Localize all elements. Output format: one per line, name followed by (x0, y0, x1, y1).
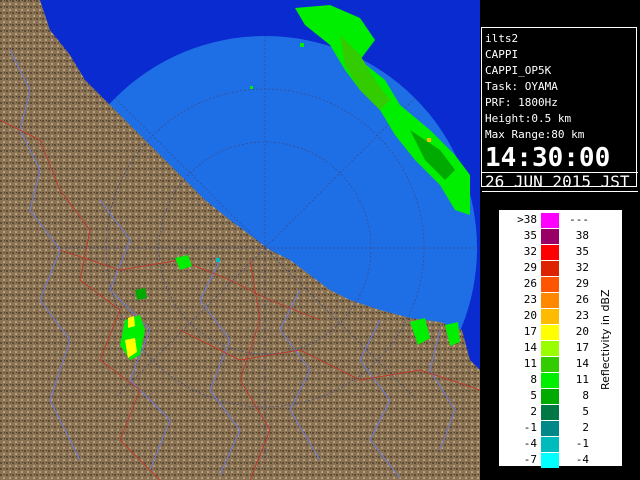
product-name: CAPPI (485, 48, 519, 61)
legend-row: 58 (499, 388, 595, 404)
legend-row-low: 11 (523, 357, 537, 370)
legend-swatch (541, 421, 559, 436)
legend-row-high: --- (569, 213, 589, 226)
time-display: 14:30:00 (485, 143, 611, 173)
legend-row-high: 11 (575, 373, 589, 386)
legend-row-low: -1 (523, 421, 537, 434)
legend-row-high: -1 (575, 437, 589, 450)
legend-row: 32 35 (499, 244, 595, 260)
legend-swatch (541, 341, 559, 356)
legend-row-low: 29 (523, 261, 537, 274)
legend-row-low: 26 (523, 277, 537, 290)
legend-swatch (541, 277, 559, 292)
legend-row-high: 14 (575, 357, 589, 370)
legend-row: 35 38 (499, 228, 595, 244)
legend-row-low: >38 (517, 213, 537, 226)
legend-row: 17 20 (499, 324, 595, 340)
site-name: ilts2 (485, 32, 519, 45)
legend-row-high: 2 (582, 421, 589, 434)
legend-swatch (541, 213, 559, 228)
legend-swatch (541, 437, 559, 452)
legend-row-low: 8 (530, 373, 537, 386)
legend-swatch (541, 389, 559, 404)
legend-row-low: 2 (530, 405, 537, 418)
legend-swatch (541, 245, 559, 260)
legend-row-high: 35 (575, 245, 589, 258)
legend-row-low: 35 (523, 229, 537, 242)
legend-row: 25 (499, 404, 595, 420)
task-label: Task: OYAMA (485, 80, 558, 93)
legend-swatch (541, 229, 559, 244)
legend-row: -1 2 (499, 420, 595, 436)
legend-unit-label: Reflectivity in dBZ (599, 289, 612, 391)
legend-row-low: -4 (523, 437, 537, 450)
legend-row: 26 29 (499, 276, 595, 292)
legend-row-low: 32 (523, 245, 537, 258)
legend-row: 14 17 (499, 340, 595, 356)
legend-row-low: -7 (523, 453, 537, 466)
legend-row-low: 23 (523, 293, 537, 306)
date-display: 26 JUN 2015 JST (482, 172, 638, 192)
legend-row: 8 11 (499, 372, 595, 388)
legend-row-high: 17 (575, 341, 589, 354)
legend-row: -4 -1 (499, 436, 595, 452)
radar-map (0, 0, 480, 480)
legend-swatch (541, 405, 559, 420)
legend-row-high: 32 (575, 261, 589, 274)
radar-info-panel: ilts2 CAPPI CAPPI_OP5K Task: OYAMA PRF: … (481, 27, 638, 192)
legend-row-high: 23 (575, 309, 589, 322)
legend-row-high: 29 (575, 277, 589, 290)
legend-row: 11 14 (499, 356, 595, 372)
legend-row: 23 26 (499, 292, 595, 308)
legend-row-low: 5 (530, 389, 537, 402)
legend-row-low: 20 (523, 309, 537, 322)
legend-swatch (541, 261, 559, 276)
legend-row: -7 -4 (499, 452, 595, 468)
prf-label: PRF: 1800Hz (485, 96, 558, 109)
legend-row-high: 5 (582, 405, 589, 418)
height-label: Height:0.5 km (485, 112, 572, 125)
legend-swatch (541, 357, 559, 372)
legend-row-high: 38 (575, 229, 589, 242)
legend-swatch (541, 309, 559, 324)
legend-row: 29 32 (499, 260, 595, 276)
legend-swatch (541, 453, 559, 468)
legend-row-high: 8 (582, 389, 589, 402)
reflectivity-legend: >38 --- 35 38 32 35 29 32 26 29 23 26 20 23 17 20 14 17 11… (498, 209, 623, 468)
legend-row: >38 --- (499, 212, 595, 228)
legend-row-low: 14 (523, 341, 537, 354)
product-id: CAPPI_OP5K (485, 64, 552, 77)
legend-row-low: 17 (523, 325, 537, 338)
legend-row-high: 20 (575, 325, 589, 338)
max-range-label: Max Range:80 km (485, 128, 585, 141)
legend-row: 20 23 (499, 308, 595, 324)
legend-swatch (541, 293, 559, 308)
legend-row-high: 26 (575, 293, 589, 306)
legend-row-high: -4 (575, 453, 589, 466)
legend-swatch (541, 325, 559, 340)
legend-swatch (541, 373, 559, 388)
